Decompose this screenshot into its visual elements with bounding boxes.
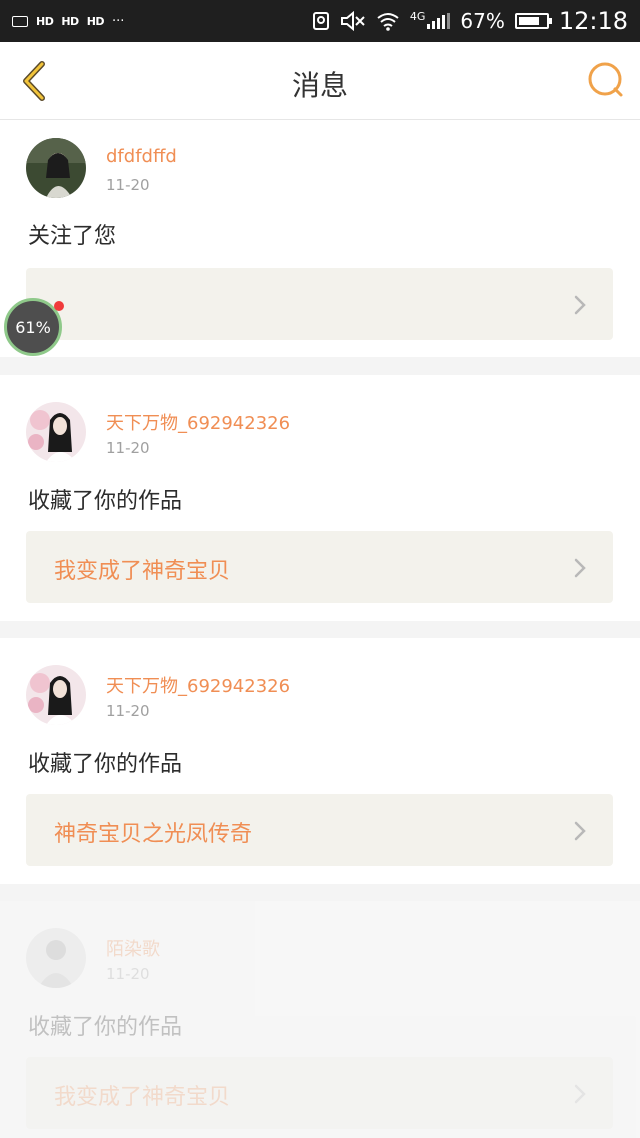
- message-link-box[interactable]: 我变成了神奇宝贝: [26, 531, 613, 603]
- sim-icon: [312, 12, 329, 30]
- chevron-right-icon: [574, 821, 586, 841]
- message-date: 11-20: [106, 702, 150, 720]
- status-bar: HD HD HD ··· 4G 67% 12:18: [0, 0, 640, 42]
- clock: 12:18: [558, 7, 628, 35]
- page-title: 消息: [291, 69, 348, 102]
- search-icon[interactable]: [586, 60, 626, 100]
- message-card: 天下万物_692942326 11-20 收藏了你的作品 我变成了神奇宝贝: [0, 375, 640, 621]
- message-action: 关注了您: [28, 224, 117, 249]
- username[interactable]: 天下万物_692942326: [106, 409, 290, 435]
- network-type: 4G: [409, 9, 426, 23]
- message-card: 陌染歌 11-20 收藏了你的作品 我变成了神奇宝贝: [0, 901, 640, 1138]
- chevron-right-icon: [574, 558, 586, 578]
- message-link-box[interactable]: [26, 268, 613, 340]
- chevron-right-icon: [574, 295, 586, 315]
- message-action: 收藏了你的作品: [28, 489, 183, 514]
- message-card: 天下万物_692942326 11-20 收藏了你的作品 神奇宝贝之光凤传奇: [0, 638, 640, 884]
- wifi-icon: [377, 13, 399, 31]
- username[interactable]: 天下万物_692942326: [106, 672, 290, 698]
- avatar[interactable]: [26, 138, 86, 198]
- message-action: 收藏了你的作品: [28, 1015, 183, 1040]
- image-icon: [12, 15, 28, 27]
- hd-icon: HD: [36, 14, 54, 28]
- message-action: 收藏了你的作品: [28, 752, 183, 777]
- mute-icon: [340, 11, 365, 31]
- avatar[interactable]: [26, 402, 86, 462]
- work-title: 我变成了神奇宝贝: [54, 1085, 231, 1110]
- nav-bar: 消息: [0, 42, 640, 120]
- message-card: dfdfdffd 11-20 关注了您: [0, 120, 640, 357]
- username[interactable]: dfdfdffd: [106, 146, 177, 167]
- username[interactable]: 陌染歌: [106, 935, 160, 961]
- message-date: 11-20: [106, 176, 150, 194]
- status-right: 4G 67% 12:18: [312, 7, 628, 35]
- work-title: 神奇宝贝之光凤传奇: [54, 822, 253, 847]
- hd-icon: HD: [61, 14, 79, 28]
- hd-icon: HD: [86, 14, 105, 28]
- battery-percent: 67%: [460, 9, 505, 33]
- work-title: 我变成了神奇宝贝: [54, 559, 231, 584]
- signal-icon: [427, 13, 451, 29]
- message-link-box[interactable]: 我变成了神奇宝贝: [26, 1057, 613, 1129]
- avatar[interactable]: [26, 928, 86, 988]
- more-notifications-icon: ···: [112, 13, 125, 29]
- chevron-right-icon: [574, 1084, 586, 1104]
- battery-icon: [514, 13, 552, 29]
- notification-dot: [54, 301, 64, 311]
- message-date: 11-20: [106, 439, 150, 457]
- status-left-icons: HD HD HD ···: [12, 14, 124, 29]
- message-link-box[interactable]: 神奇宝贝之光凤传奇: [26, 794, 613, 866]
- avatar[interactable]: [26, 665, 86, 725]
- message-date: 11-20: [106, 965, 150, 983]
